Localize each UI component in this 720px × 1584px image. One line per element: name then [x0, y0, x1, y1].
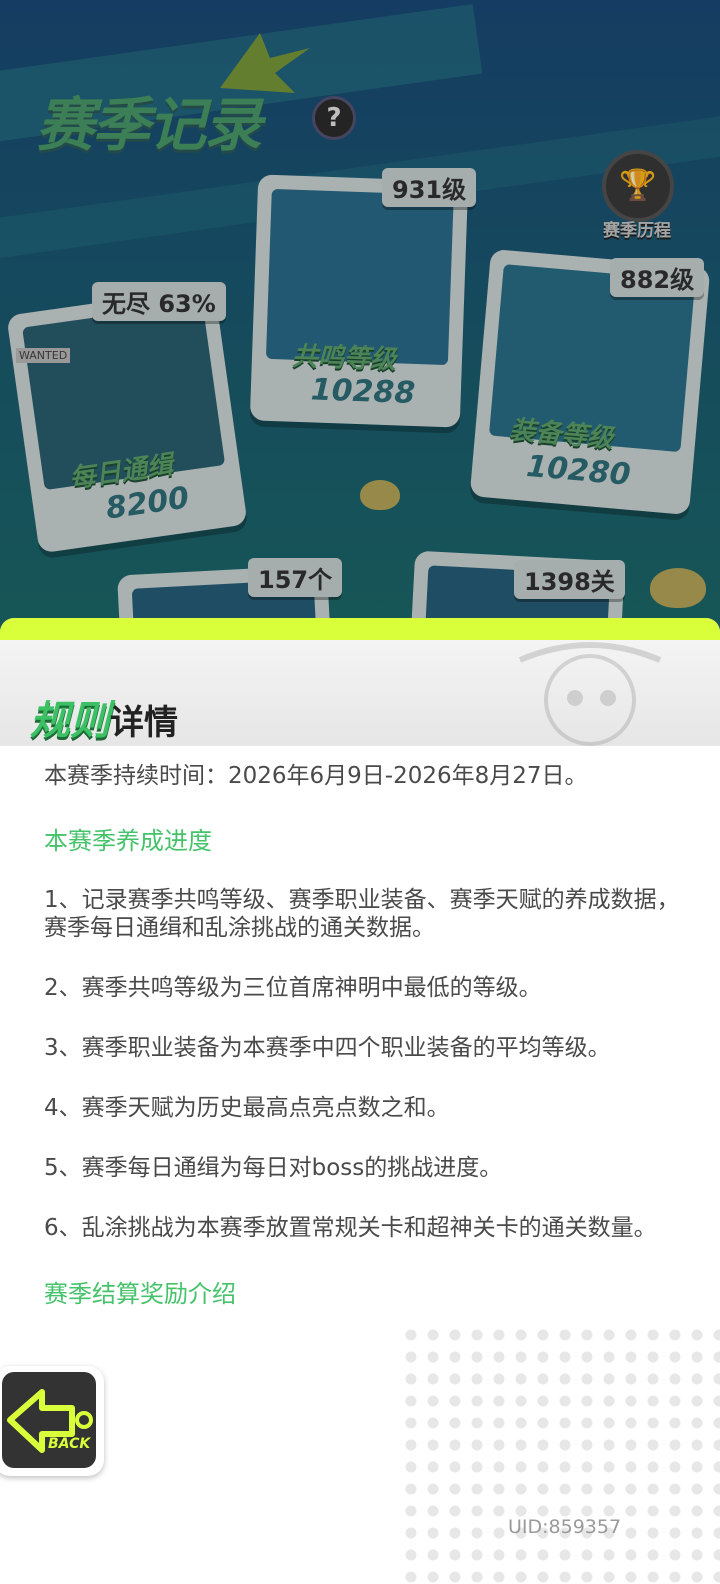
rules-panel-title: 规则详情: [30, 688, 178, 746]
rule-item: 3、赛季职业装备为本赛季中四个职业装备的平均等级。: [44, 1035, 611, 1061]
rule-item: 4、赛季天赋为历史最高点亮点数之和。: [44, 1095, 450, 1121]
back-arrow-icon: [7, 1389, 93, 1453]
rule-item: 6、乱涂挑战为本赛季放置常规关卡和超神关卡的通关数量。: [44, 1215, 657, 1241]
rules-title-highlight: 规则: [30, 698, 110, 744]
rules-panel-header: 规则详情: [0, 640, 720, 746]
back-button-face: BACK: [2, 1372, 96, 1468]
season-duration-text: 本赛季持续时间：2026年6月9日-2026年8月27日。: [44, 763, 588, 789]
halftone-decoration: [400, 1324, 720, 1584]
section-heading-rewards: 赛季结算奖励介绍: [44, 1280, 236, 1308]
rules-panel: 规则详情 本赛季持续时间：2026年6月9日-2026年8月27日。 本赛季养成…: [0, 618, 720, 1584]
section-heading-progress: 本赛季养成进度: [44, 827, 212, 855]
user-id-label: UID:859357: [508, 1516, 622, 1538]
rules-title-rest: 详情: [110, 703, 178, 743]
back-button[interactable]: BACK: [0, 1366, 104, 1476]
dim-overlay: [0, 0, 720, 640]
back-button-label: BACK: [48, 1436, 91, 1452]
rules-content: 本赛季持续时间：2026年6月9日-2026年8月27日。 本赛季养成进度 1、…: [44, 762, 694, 1309]
rule-item: 2、赛季共鸣等级为三位首席神明中最低的等级。: [44, 975, 542, 1001]
rule-item: 1、记录赛季共鸣等级、赛季职业装备、赛季天赋的养成数据，赛季每日通缉和乱涂挑战的…: [44, 887, 680, 941]
season-record-background: 赛季记录 ? 🏆 赛季历程 共鸣等级 10288 931级 每日通缉 8200 …: [0, 0, 720, 640]
character-sketch-icon: [518, 642, 662, 746]
rule-item: 5、赛季每日通缉为每日对boss的挑战进度。: [44, 1155, 503, 1181]
